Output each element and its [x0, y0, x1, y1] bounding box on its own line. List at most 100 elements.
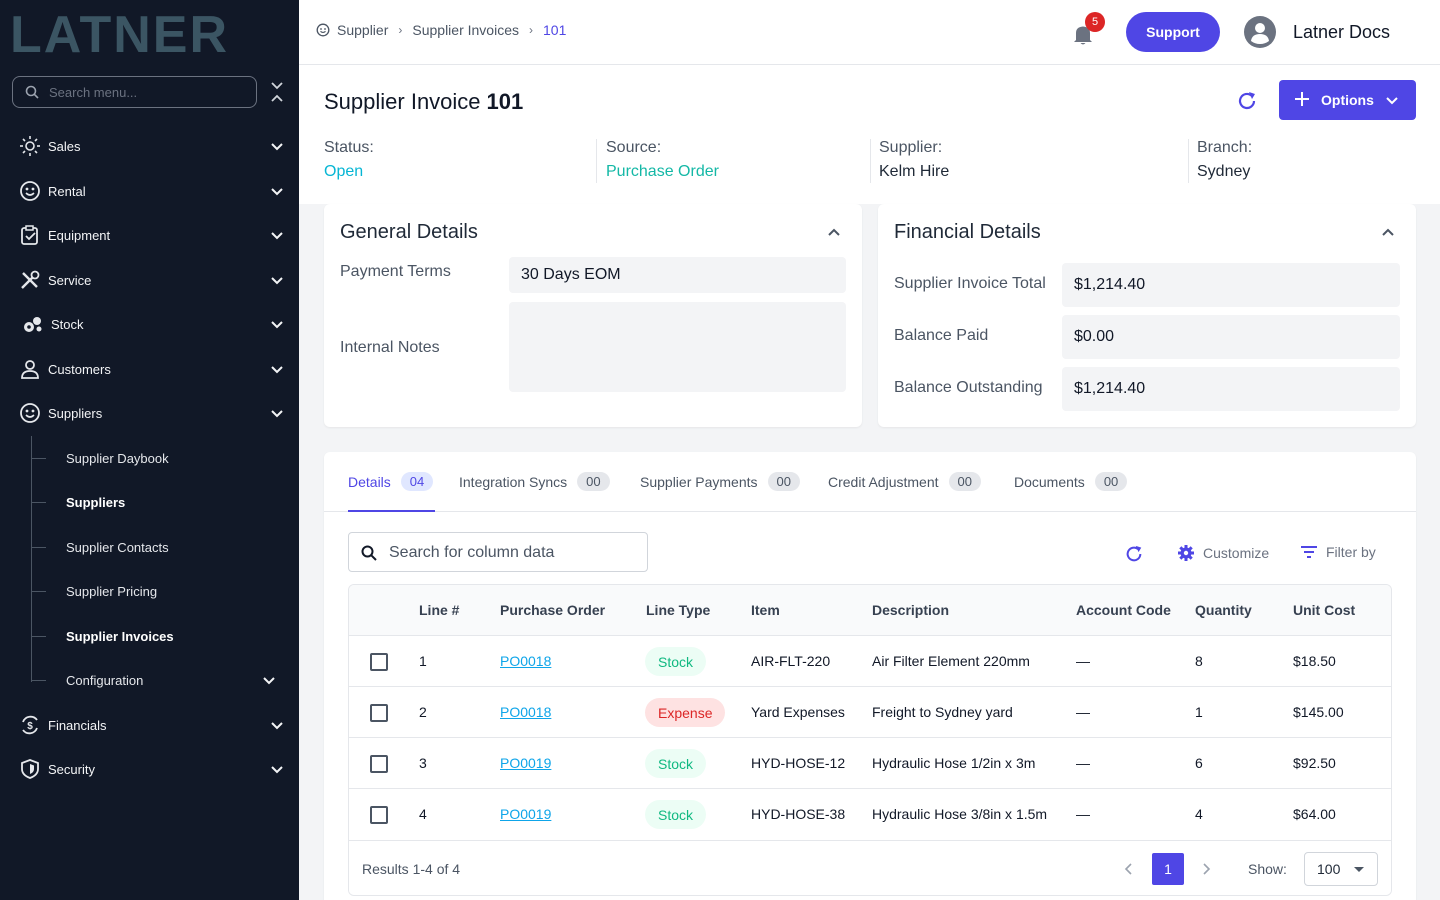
sidebar-item-rental[interactable]: Rental [0, 169, 299, 213]
cell-purchase-order-link[interactable]: PO0018 [500, 704, 551, 720]
customize-button[interactable]: Customize [1177, 544, 1269, 562]
column-header-item[interactable]: Item [751, 602, 780, 618]
internal-notes-field[interactable] [509, 302, 846, 392]
refresh-icon[interactable] [1124, 544, 1144, 564]
tab-supplier-payments[interactable]: Supplier Payments 00 [640, 472, 800, 491]
meta-divider [870, 139, 871, 183]
filter-icon [1301, 546, 1317, 558]
cell-quantity: 6 [1195, 755, 1203, 771]
balance-paid-field: $0.00 [1062, 315, 1400, 359]
page-size-select[interactable]: 100 [1304, 852, 1378, 886]
meta-supplier-label: Supplier: [879, 139, 943, 156]
column-header-account-code[interactable]: Account Code [1076, 602, 1171, 618]
chevron-up-icon[interactable] [826, 224, 842, 240]
chevron-left-icon[interactable] [1121, 861, 1137, 877]
latner-logo[interactable]: LATNER [10, 8, 280, 56]
filter-button[interactable]: Filter by [1300, 544, 1376, 560]
collapse-menu-icon[interactable] [268, 80, 286, 104]
clipboard-check-icon [21, 225, 38, 245]
sidebar-subitem-configuration[interactable]: Configuration [0, 658, 299, 702]
sidebar-subitem-supplier-pricing[interactable]: Supplier Pricing [0, 569, 299, 613]
financial-details-card: Financial Details Supplier Invoice Total… [878, 204, 1416, 427]
tab-integration-syncs[interactable]: Integration Syncs 00 [459, 472, 610, 491]
balance-paid-label: Balance Paid [894, 327, 989, 344]
table-row[interactable]: 1 PO0018 Stock AIR-FLT-220 Air Filter El… [349, 635, 1391, 686]
column-header-line[interactable]: Line # [419, 602, 459, 618]
sidebar-item-customers[interactable]: Customers [0, 347, 299, 391]
invoice-total-label: Supplier Invoice Total [894, 275, 1046, 292]
invoice-number: 101 [486, 89, 524, 114]
menu-search-input[interactable]: Search menu... [12, 76, 257, 108]
row-checkbox[interactable] [370, 806, 388, 824]
results-count: Results 1-4 of 4 [362, 861, 461, 877]
tab-documents[interactable]: Documents 00 [1014, 472, 1128, 491]
pagination-current-page[interactable]: 1 [1152, 853, 1184, 885]
sidebar-item-financials[interactable]: $ Financials [0, 703, 299, 747]
column-header-quantity[interactable]: Quantity [1195, 602, 1252, 618]
financial-details-title: Financial Details [894, 221, 1041, 243]
sidebar-item-service[interactable]: Service [0, 258, 299, 302]
row-checkbox[interactable] [370, 704, 388, 722]
cell-purchase-order-link[interactable]: PO0018 [500, 653, 551, 669]
row-checkbox[interactable] [370, 653, 388, 671]
chevron-down-icon [271, 410, 283, 418]
meta-source-value[interactable]: Purchase Order [606, 163, 719, 181]
smiley-icon [20, 181, 40, 201]
column-search-input[interactable]: Search for column data [348, 532, 648, 572]
invoice-total-field: $1,214.40 [1062, 263, 1400, 307]
row-checkbox[interactable] [370, 755, 388, 773]
chevron-up-icon[interactable] [1380, 224, 1396, 240]
sidebar-item-equipment[interactable]: Equipment [0, 213, 299, 257]
sidebar-subitem-supplier-daybook[interactable]: Supplier Daybook [0, 436, 299, 480]
shield-icon [21, 759, 39, 779]
column-header-description[interactable]: Description [872, 602, 949, 618]
line-type-badge: Stock [645, 647, 707, 676]
tab-credit-adjustment[interactable]: Credit Adjustment 00 [828, 472, 981, 491]
column-header-line-type[interactable]: Line Type [646, 602, 710, 618]
sidebar-subitem-supplier-contacts[interactable]: Supplier Contacts [0, 525, 299, 569]
sidebar-item-label: Security [48, 761, 95, 777]
table-row[interactable]: 3 PO0019 Stock HYD-HOSE-12 Hydraulic Hos… [349, 737, 1391, 788]
cell-account-code: — [1076, 806, 1090, 822]
tab-bar: Details 04 Integration Syncs 00 Supplier P… [324, 452, 1416, 512]
chevron-down-icon [271, 366, 283, 374]
active-tab-indicator [348, 510, 435, 512]
sidebar-item-label: Suppliers [48, 405, 103, 421]
sidebar-subitem-label: Configuration [66, 672, 144, 688]
user-avatar-icon[interactable] [1244, 16, 1276, 48]
sidebar-subitem-suppliers[interactable]: Suppliers [0, 480, 299, 524]
sidebar-item-sales[interactable]: Sales [0, 124, 299, 168]
table-row[interactable]: 2 PO0018 Expense Yard Expenses Freight t… [349, 686, 1391, 737]
sidebar-item-stock[interactable]: Stock [0, 302, 299, 346]
caret-down-icon [1354, 867, 1364, 872]
cell-purchase-order-link[interactable]: PO0019 [500, 806, 551, 822]
refresh-icon[interactable] [1236, 90, 1258, 112]
meta-supplier-value: Kelm Hire [879, 163, 950, 180]
cell-item: Yard Expenses [751, 704, 845, 720]
table-row[interactable]: 4 PO0019 Stock HYD-HOSE-38 Hydraulic Hos… [349, 788, 1391, 839]
chevron-right-icon[interactable] [1198, 861, 1214, 877]
column-header-purchase-order[interactable]: Purchase Order [500, 602, 605, 618]
sidebar-item-suppliers[interactable]: Suppliers [0, 391, 299, 435]
sidebar-subitem-supplier-invoices[interactable]: Supplier Invoices [0, 614, 299, 658]
general-details-card: General Details Payment Terms 30 Days EO… [324, 204, 862, 427]
column-header-unit-cost[interactable]: Unit Cost [1293, 602, 1355, 618]
cell-line: 4 [419, 806, 427, 822]
cell-purchase-order-link[interactable]: PO0019 [500, 755, 551, 771]
smiley-icon [20, 403, 40, 423]
line-items-card: Details 04 Integration Syncs 00 Supplier P… [324, 452, 1416, 900]
currency-cycle-icon: $ [22, 715, 38, 735]
user-name[interactable]: Latner Docs [1293, 22, 1390, 43]
meta-branch-label: Branch: [1197, 139, 1253, 156]
chevron-down-icon [263, 677, 275, 685]
breadcrumb-supplier[interactable]: Supplier [337, 22, 388, 38]
tab-details[interactable]: Details 04 [348, 472, 434, 491]
sidebar: LATNER Search menu... Sales Rental Equip… [0, 0, 299, 900]
sidebar-item-security[interactable]: Security [0, 747, 299, 791]
support-button[interactable]: Support [1126, 12, 1220, 52]
sidebar-subitem-label: Suppliers [66, 494, 126, 510]
options-button[interactable]: Options [1279, 80, 1416, 120]
notification-count-badge: 5 [1085, 12, 1105, 32]
payment-terms-field[interactable]: 30 Days EOM [509, 257, 846, 293]
breadcrumb-supplier-invoices[interactable]: Supplier Invoices [412, 22, 519, 38]
